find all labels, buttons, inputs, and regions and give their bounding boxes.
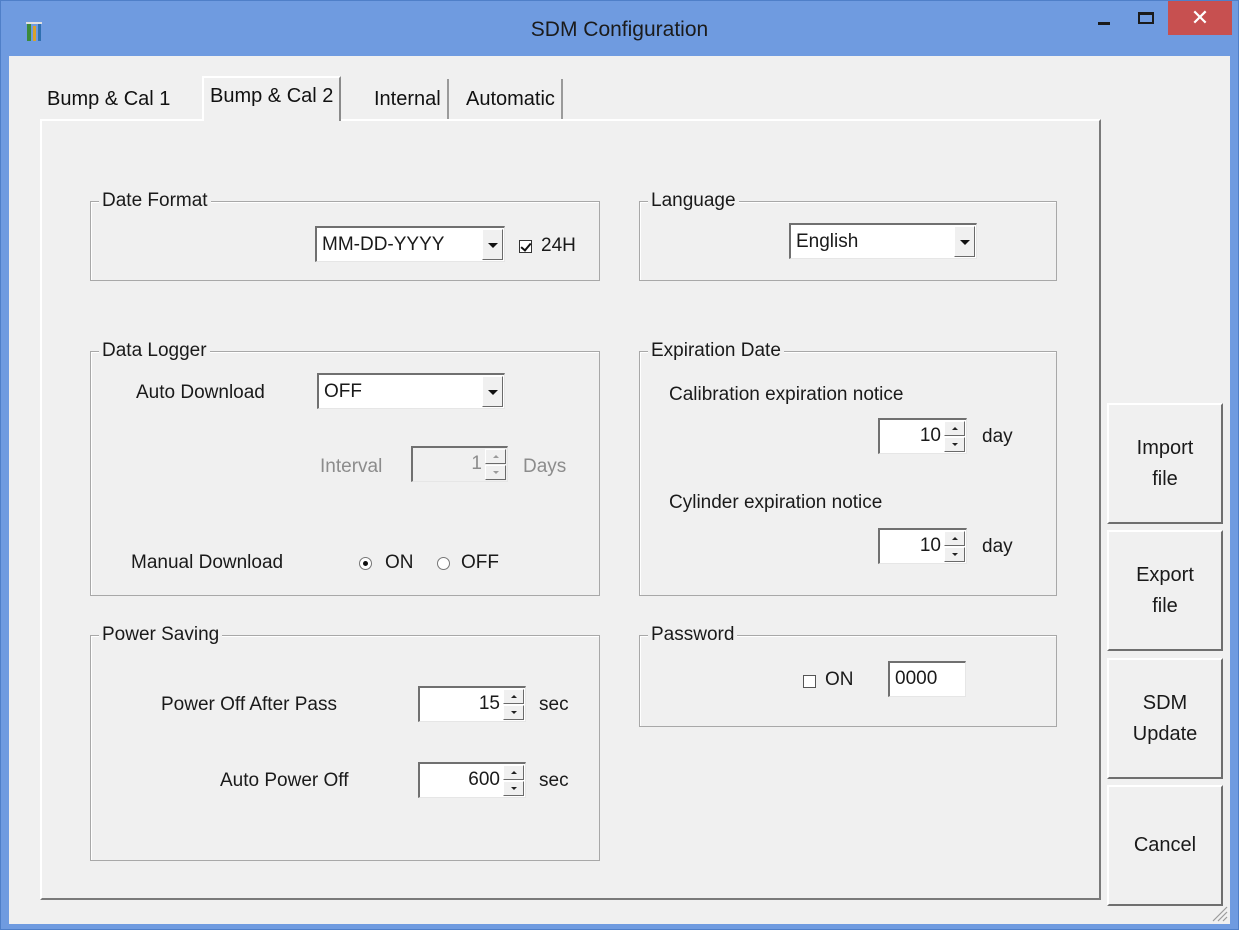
calibration-notice-label: Calibration expiration notice — [669, 384, 904, 405]
auto-download-label: Auto Download — [136, 382, 265, 403]
spin-up-icon[interactable] — [503, 689, 524, 704]
tab-panel: Date Format MM-DD-YYYY 24H Language Engl… — [40, 119, 1101, 900]
h24-checkbox[interactable] — [519, 240, 532, 253]
sdm-update-button[interactable]: SDM Update — [1107, 658, 1223, 779]
language-select[interactable]: English — [789, 223, 977, 259]
auto-power-off-label: Auto Power Off — [220, 770, 349, 791]
cylinder-notice-label: Cylinder expiration notice — [669, 492, 883, 513]
minimize-button[interactable] — [1084, 1, 1124, 35]
power-off-after-pass-value: 15 — [478, 693, 500, 714]
language-label: Language — [648, 189, 739, 213]
export-file-button[interactable]: Export file — [1107, 530, 1223, 651]
cylinder-notice-value: 10 — [919, 535, 941, 556]
spin-up-icon[interactable] — [944, 531, 965, 546]
cylinder-notice-unit: day — [982, 536, 1013, 557]
tab-automatic[interactable]: Automatic — [460, 79, 563, 119]
manual-on-radio[interactable] — [359, 557, 372, 570]
language-value: English — [796, 231, 859, 252]
interval-unit: Days — [523, 456, 567, 477]
date-format-label: Date Format — [99, 189, 211, 213]
close-button[interactable]: ✕ — [1168, 1, 1232, 35]
import-file-button[interactable]: Import file — [1107, 403, 1223, 524]
spin-up-icon[interactable] — [485, 449, 506, 464]
password-label: Password — [648, 623, 738, 647]
h24-label: 24H — [541, 235, 576, 256]
maximize-button[interactable] — [1126, 1, 1166, 35]
data-logger-group: Data Logger Auto Download OFF Interval 1… — [90, 339, 600, 596]
password-on-label: ON — [825, 669, 854, 690]
tab-bump-cal-1[interactable]: Bump & Cal 1 — [41, 79, 177, 119]
spin-down-icon[interactable] — [503, 705, 524, 720]
interval-label: Interval — [320, 456, 383, 477]
auto-power-off-value: 600 — [468, 769, 500, 790]
manual-on-label: ON — [385, 552, 414, 573]
resize-grip-icon[interactable] — [1210, 904, 1228, 922]
window-title: SDM Configuration — [530, 18, 709, 41]
power-off-after-pass-label: Power Off After Pass — [161, 694, 338, 715]
date-format-select[interactable]: MM-DD-YYYY — [315, 226, 505, 262]
chevron-down-icon[interactable] — [482, 229, 503, 260]
interval-stepper[interactable]: 1 — [411, 446, 508, 482]
close-icon: ✕ — [1190, 5, 1210, 30]
spin-down-icon[interactable] — [503, 781, 524, 796]
password-on-checkbox[interactable] — [803, 675, 816, 688]
spin-down-icon[interactable] — [485, 465, 506, 480]
interval-value: 1 — [471, 453, 482, 474]
spin-down-icon[interactable] — [944, 547, 965, 562]
calibration-notice-value: 10 — [919, 425, 941, 446]
power-off-after-pass-stepper[interactable]: 15 — [418, 686, 526, 722]
spin-up-icon[interactable] — [944, 421, 965, 436]
minimize-icon — [1098, 21, 1110, 25]
expiration-date-label: Expiration Date — [648, 339, 784, 363]
app-window: SDM Configuration ✕ Bump & Cal 1 Bump & … — [0, 0, 1239, 930]
title-bar[interactable]: SDM Configuration ✕ — [1, 1, 1238, 56]
manual-download-label: Manual Download — [131, 552, 284, 573]
language-group: Language English — [639, 189, 1057, 281]
manual-off-radio[interactable] — [437, 557, 450, 570]
maximize-icon — [1138, 12, 1154, 24]
auto-download-select[interactable]: OFF — [317, 373, 505, 409]
chevron-down-icon[interactable] — [482, 376, 503, 407]
date-format-group: Date Format MM-DD-YYYY 24H — [90, 189, 600, 281]
password-field[interactable]: 0000 — [888, 661, 966, 697]
power-saving-group: Power Saving Power Off After Pass 15 sec… — [90, 623, 600, 861]
expiration-date-group: Expiration Date Calibration expiration n… — [639, 339, 1057, 596]
spin-up-icon[interactable] — [503, 765, 524, 780]
calibration-notice-unit: day — [982, 426, 1013, 447]
calibration-notice-stepper[interactable]: 10 — [878, 418, 967, 454]
client-area: Bump & Cal 1 Bump & Cal 2 Internal Autom… — [9, 56, 1230, 924]
password-value: 0000 — [895, 668, 938, 689]
data-logger-label: Data Logger — [99, 339, 210, 363]
auto-power-off-unit: sec — [539, 770, 569, 791]
manual-off-label: OFF — [461, 552, 499, 573]
cylinder-notice-stepper[interactable]: 10 — [878, 528, 967, 564]
power-saving-label: Power Saving — [99, 623, 223, 647]
chevron-down-icon[interactable] — [954, 226, 975, 257]
cancel-button[interactable]: Cancel — [1107, 785, 1223, 906]
auto-download-value: OFF — [324, 381, 362, 402]
power-off-after-pass-unit: sec — [539, 694, 569, 715]
password-group: Password ON 0000 — [639, 623, 1057, 727]
tab-bump-cal-2[interactable]: Bump & Cal 2 — [202, 76, 342, 121]
tab-internal[interactable]: Internal — [368, 79, 449, 119]
auto-power-off-stepper[interactable]: 600 — [418, 762, 526, 798]
date-format-value: MM-DD-YYYY — [322, 234, 445, 255]
spin-down-icon[interactable] — [944, 437, 965, 452]
